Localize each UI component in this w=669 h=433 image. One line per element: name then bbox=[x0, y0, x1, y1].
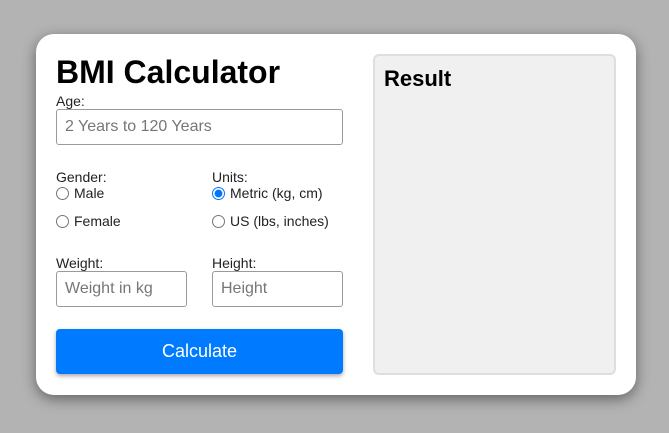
units-us-label: US (lbs, inches) bbox=[230, 213, 329, 229]
height-input[interactable] bbox=[212, 271, 343, 307]
result-title: Result bbox=[384, 66, 452, 91]
units-option-us[interactable]: US (lbs, inches) bbox=[212, 213, 329, 229]
gender-female-label: Female bbox=[74, 213, 121, 229]
gender-label: Gender: bbox=[56, 169, 107, 185]
gender-option-female[interactable]: Female bbox=[56, 213, 121, 229]
gender-male-label: Male bbox=[74, 185, 105, 201]
units-metric-label: Metric (kg, cm) bbox=[230, 185, 323, 201]
gender-female-radio[interactable] bbox=[56, 214, 69, 228]
weight-label: Weight: bbox=[56, 255, 104, 271]
weight-input[interactable] bbox=[56, 271, 187, 307]
units-option-metric[interactable]: Metric (kg, cm) bbox=[212, 185, 323, 201]
page-title: BMI Calculator bbox=[56, 54, 281, 90]
units-label: Units: bbox=[212, 169, 248, 185]
result-panel: Result bbox=[373, 54, 616, 375]
bmi-calculator-card: BMI Calculator Age: Gender: Male Female … bbox=[36, 34, 636, 395]
gender-option-male[interactable]: Male bbox=[56, 185, 104, 201]
age-label: Age: bbox=[56, 93, 85, 109]
gender-male-radio[interactable] bbox=[56, 186, 69, 200]
units-us-radio[interactable] bbox=[212, 214, 225, 228]
units-metric-radio[interactable] bbox=[212, 186, 225, 200]
calculate-button[interactable]: Calculate bbox=[56, 329, 343, 374]
height-label: Height: bbox=[212, 255, 257, 271]
age-input[interactable] bbox=[56, 109, 343, 145]
